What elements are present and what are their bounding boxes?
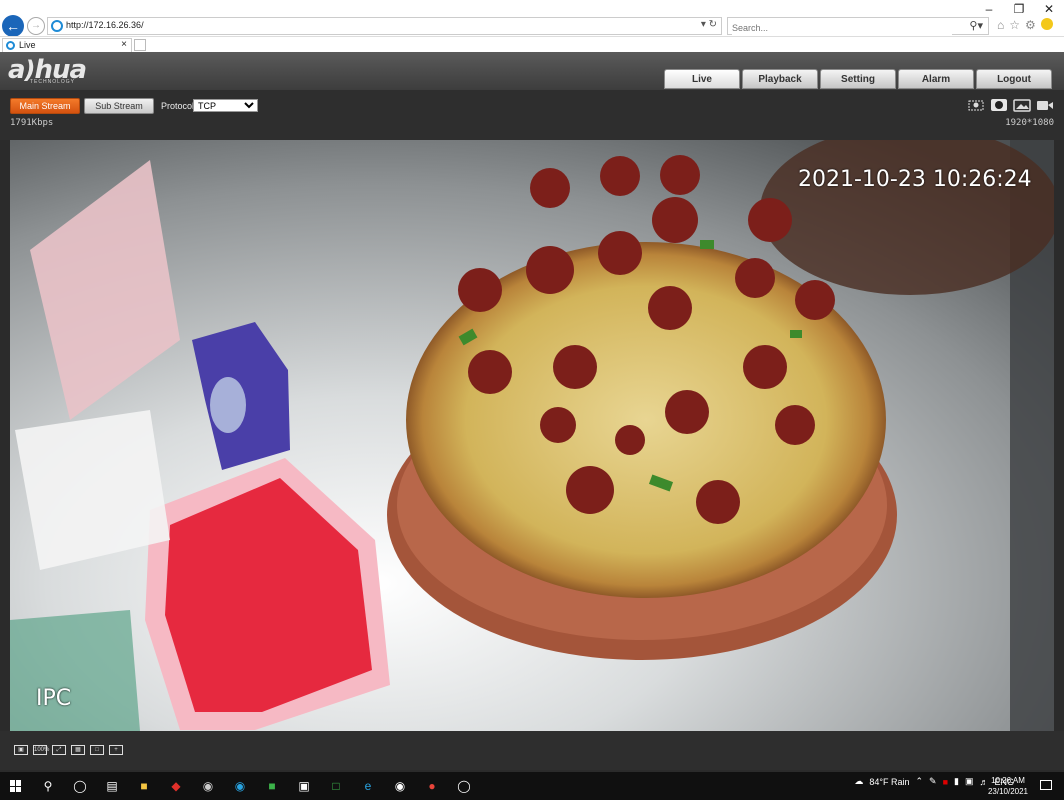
protocol-select[interactable]: TCP: [193, 99, 258, 112]
camtasia-icon[interactable]: ■: [262, 777, 282, 795]
window-controls: – ❐ ✕: [974, 0, 1064, 18]
video-tools-bar: ▣ 100% ⤢ ▦ □ +: [0, 731, 1064, 770]
nav-live[interactable]: Live: [664, 69, 740, 89]
edge-icon[interactable]: ◉: [230, 777, 250, 795]
nav-alarm[interactable]: Alarm: [898, 69, 974, 89]
obs-icon[interactable]: ◯: [454, 777, 474, 795]
anydesk-icon[interactable]: ◆: [166, 777, 186, 795]
address-bar[interactable]: http://172.16.26.36/ ▾ ↻: [47, 17, 722, 35]
clock-time: 10:26 AM: [991, 776, 1025, 785]
antivirus-icon[interactable]: ■: [943, 777, 948, 787]
bitrate-readout: 1791Kbps: [10, 118, 54, 128]
zoom-in-icon[interactable]: +: [109, 745, 123, 755]
weather-icon[interactable]: ☁: [854, 776, 863, 787]
camera-app-icon[interactable]: ◉: [390, 777, 410, 795]
osd-channel-name: IPC: [36, 686, 72, 711]
refresh-icon[interactable]: ▾ ↻: [701, 19, 717, 30]
search-box[interactable]: ⚲▾: [727, 17, 989, 35]
network-icon[interactable]: ▣: [965, 776, 974, 787]
logo-subtitle: TECHNOLOGY: [30, 79, 76, 85]
restore-button[interactable]: ❐: [1004, 0, 1034, 18]
camera-image: [10, 140, 1054, 731]
fit-window-icon[interactable]: ▣: [14, 745, 28, 755]
nav-playback[interactable]: Playback: [742, 69, 818, 89]
task-view-icon[interactable]: ▤: [102, 777, 122, 795]
windows-taskbar: ⚲ ◯ ▤ ■ ◆ ◉ ◉ ■ ▣ □ e ◉ ● ◯ ☁ 84°F Rain …: [0, 772, 1064, 800]
back-button[interactable]: ←: [2, 15, 24, 37]
tab-close-icon[interactable]: ×: [121, 39, 127, 50]
url-text[interactable]: http://172.16.26.36/: [66, 20, 144, 30]
taskbar-clock[interactable]: 10:26 AM 23/10/2021: [988, 775, 1028, 797]
ptz-icon[interactable]: [967, 98, 985, 112]
browser-toolbar-icons: ⌂ ☆ ⚙: [997, 18, 1053, 32]
start-button[interactable]: [10, 780, 22, 792]
cortana-icon[interactable]: ◯: [70, 777, 90, 795]
nav-setting[interactable]: Setting: [820, 69, 896, 89]
minimize-button[interactable]: –: [974, 0, 1004, 18]
notification-icon[interactable]: [1040, 780, 1052, 790]
gear-icon[interactable]: ⚙: [1025, 18, 1036, 32]
snapshot-icon[interactable]: [1013, 98, 1031, 112]
tab-live[interactable]: Live ×: [2, 38, 132, 52]
stream-toolbar: Main Stream Sub Stream Protocol TCP 1791…: [0, 90, 1064, 140]
feedback-smiley-icon[interactable]: [1040, 18, 1053, 30]
app-header: a)hua TECHNOLOGY Live Playback Setting A…: [0, 52, 1064, 90]
taskbar-apps: ⚲ ◯ ▤ ■ ◆ ◉ ◉ ■ ▣ □ e ◉ ● ◯: [38, 777, 474, 795]
home-icon[interactable]: ⌂: [997, 18, 1004, 32]
record-icon[interactable]: [990, 98, 1008, 112]
tab-ie-icon: [6, 41, 15, 50]
fullscreen-icon[interactable]: ⤢: [52, 745, 66, 755]
close-window-button[interactable]: ✕: [1034, 0, 1064, 18]
file-explorer-icon[interactable]: ■: [134, 777, 154, 795]
forward-button[interactable]: →: [27, 17, 45, 35]
app-icon[interactable]: ◉: [198, 777, 218, 795]
sub-stream-button[interactable]: Sub Stream: [84, 98, 154, 114]
search-icon[interactable]: ⚲: [38, 777, 58, 795]
chrome-icon[interactable]: ●: [422, 777, 442, 795]
microphone-icon[interactable]: ▮: [954, 776, 959, 787]
live-video-feed[interactable]: 2021-10-23 10:26:24 IPC: [10, 140, 1054, 731]
c-app-icon[interactable]: □: [326, 777, 346, 795]
store-icon[interactable]: ▣: [294, 777, 314, 795]
zoom-100-icon[interactable]: 100%: [33, 745, 49, 755]
video-tool-icons: ▣ 100% ⤢ ▦ □ +: [14, 745, 123, 755]
pen-icon[interactable]: ✎: [929, 776, 937, 787]
tab-row: Live ×: [0, 36, 1064, 52]
browser-chrome: – ❐ ✕ ← → http://172.16.26.36/ ▾ ↻ ⚲▾ ⌂ …: [0, 0, 1064, 52]
ie-icon: [51, 20, 63, 32]
resolution-readout: 1920*1080: [1005, 118, 1054, 128]
ratio-icon[interactable]: ▦: [71, 745, 85, 755]
weather-text[interactable]: 84°F Rain: [869, 777, 909, 787]
new-tab-button[interactable]: [134, 39, 146, 51]
tab-label: Live: [19, 40, 36, 50]
main-nav: Live Playback Setting Alarm Logout: [664, 69, 1052, 89]
nav-logout[interactable]: Logout: [976, 69, 1052, 89]
protocol-label: Protocol: [161, 101, 195, 111]
video-camera-icon[interactable]: [1036, 98, 1054, 112]
live-tool-icons: [967, 98, 1054, 112]
favorites-star-icon[interactable]: ☆: [1009, 18, 1020, 32]
internet-explorer-icon[interactable]: e: [358, 777, 378, 795]
original-size-icon[interactable]: □: [90, 745, 104, 755]
osd-timestamp: 2021-10-23 10:26:24: [798, 167, 1032, 192]
main-stream-button[interactable]: Main Stream: [10, 98, 80, 114]
search-input[interactable]: [732, 21, 952, 35]
search-icon[interactable]: ⚲▾: [969, 19, 983, 32]
chevron-up-icon[interactable]: ⌃: [915, 776, 923, 787]
clock-date: 23/10/2021: [987, 787, 1028, 796]
